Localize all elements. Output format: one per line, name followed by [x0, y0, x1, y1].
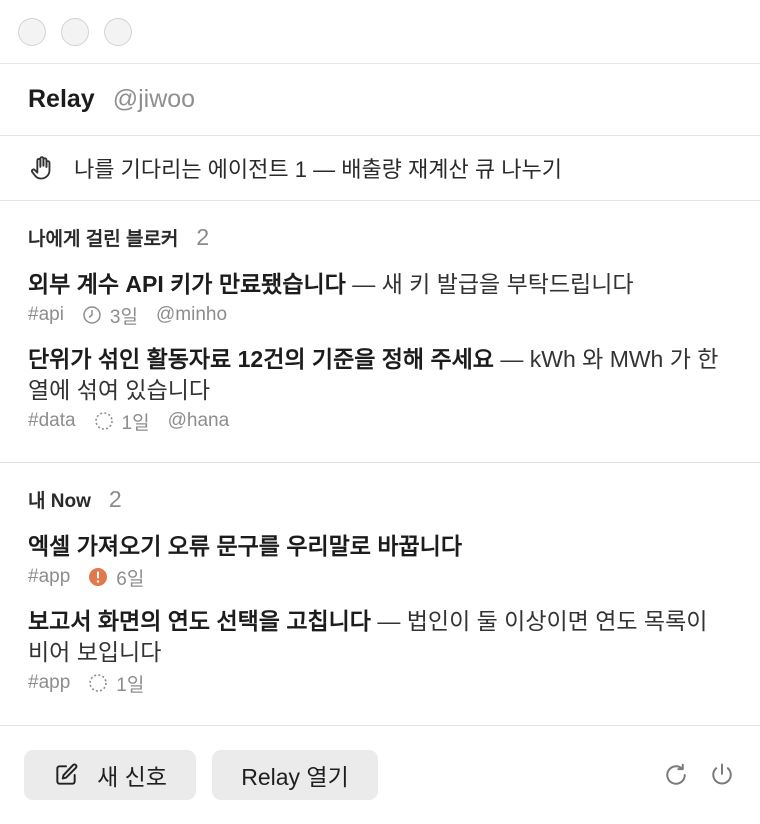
window-close-button[interactable] — [18, 17, 46, 46]
footer-toolbar: 새 신호 Relay 열기 — [0, 726, 760, 823]
item-owner: @minho — [155, 304, 228, 325]
item-age: 1일 — [116, 674, 145, 696]
now-title: 내 Now — [28, 490, 91, 512]
now-item-meta: #app 6일 — [28, 564, 732, 590]
clock-icon — [82, 305, 102, 325]
new-signal-label: 새 신호 — [97, 763, 167, 790]
now-item[interactable]: 보고서 화면의 연도 선택을 고칩니다 — 법인이 둘 이상이면 연도 목록이 … — [28, 606, 732, 696]
blockers-header: 나에게 걸린 블로커 2 — [28, 223, 732, 250]
window-zoom-button[interactable] — [104, 17, 132, 46]
item-tag: #app — [28, 566, 71, 587]
app-header: Relay @jiwoo — [0, 64, 760, 136]
alert-icon — [88, 567, 108, 587]
blockers-title: 나에게 걸린 블로커 — [28, 228, 179, 250]
blocker-item-text: 단위가 섞인 활동자료 12건의 기준을 정해 주세요 — kWh 와 MWh … — [28, 344, 728, 406]
item-age: 6일 — [116, 568, 145, 590]
blocker-item-text: 외부 계수 API 키가 만료됐습니다 — 새 키 발급을 부탁드립니다 — [28, 269, 728, 300]
dotted-circle-icon — [88, 673, 108, 693]
now-item-text: 보고서 화면의 연도 선택을 고칩니다 — 법인이 둘 이상이면 연도 목록이 … — [28, 606, 728, 668]
blocker-item-meta: #data 1일 @hana — [28, 408, 732, 434]
blockers-section: 나에게 걸린 블로커 2 외부 계수 API 키가 만료됐습니다 — 새 키 발… — [0, 201, 760, 463]
compose-icon — [53, 762, 79, 788]
window-minimize-button[interactable] — [61, 17, 89, 46]
dotted-circle-icon — [94, 411, 114, 431]
item-tag: #api — [28, 304, 64, 325]
blocker-item-title: 외부 계수 API 키가 만료됐습니다 — [28, 271, 346, 297]
blocker-item[interactable]: 단위가 섞인 활동자료 12건의 기준을 정해 주세요 — kWh 와 MWh … — [28, 344, 732, 434]
item-tag: #data — [28, 410, 76, 431]
now-item-text: 엑셀 가져오기 오류 문구를 우리말로 바꿉니다 — [28, 531, 728, 562]
refresh-icon[interactable] — [662, 761, 690, 789]
now-item-title: 보고서 화면의 연도 선택을 고칩니다 — [28, 608, 371, 634]
blocker-item-meta: #api 3일 @minho — [28, 302, 732, 328]
blockers-count: 2 — [196, 223, 210, 250]
hand-icon — [28, 154, 56, 182]
item-age: 1일 — [121, 412, 150, 434]
item-owner: @hana — [167, 410, 230, 431]
app-name: Relay — [28, 85, 95, 113]
waiting-agents-row[interactable]: 나를 기다리는 에이전트 1 — 배출량 재계산 큐 나누기 — [0, 136, 760, 201]
item-tag: #app — [28, 672, 71, 693]
now-item-title: 엑셀 가져오기 오류 문구를 우리말로 바꿉니다 — [28, 533, 462, 559]
window-titlebar — [0, 0, 760, 64]
blocker-item-title: 단위가 섞인 활동자료 12건의 기준을 정해 주세요 — [28, 346, 494, 372]
now-header: 내 Now 2 — [28, 485, 732, 512]
now-item-meta: #app 1일 — [28, 670, 732, 696]
now-item[interactable]: 엑셀 가져오기 오류 문구를 우리말로 바꿉니다 #app 6일 — [28, 531, 732, 590]
blocker-item-detail: — 새 키 발급을 부탁드립니다 — [345, 271, 634, 297]
new-signal-button[interactable]: 새 신호 — [24, 749, 196, 800]
user-handle: @jiwoo — [112, 85, 196, 113]
blocker-item[interactable]: 외부 계수 API 키가 만료됐습니다 — 새 키 발급을 부탁드립니다 #ap… — [28, 269, 732, 328]
now-section: 내 Now 2 엑셀 가져오기 오류 문구를 우리말로 바꿉니다 #app 6일… — [0, 463, 760, 726]
item-age: 3일 — [109, 306, 138, 328]
waiting-agents-text: 나를 기다리는 에이전트 1 — 배출량 재계산 큐 나누기 — [74, 157, 562, 182]
now-count: 2 — [108, 485, 122, 512]
power-icon[interactable] — [708, 761, 736, 789]
open-relay-button[interactable]: Relay 열기 — [212, 749, 378, 800]
